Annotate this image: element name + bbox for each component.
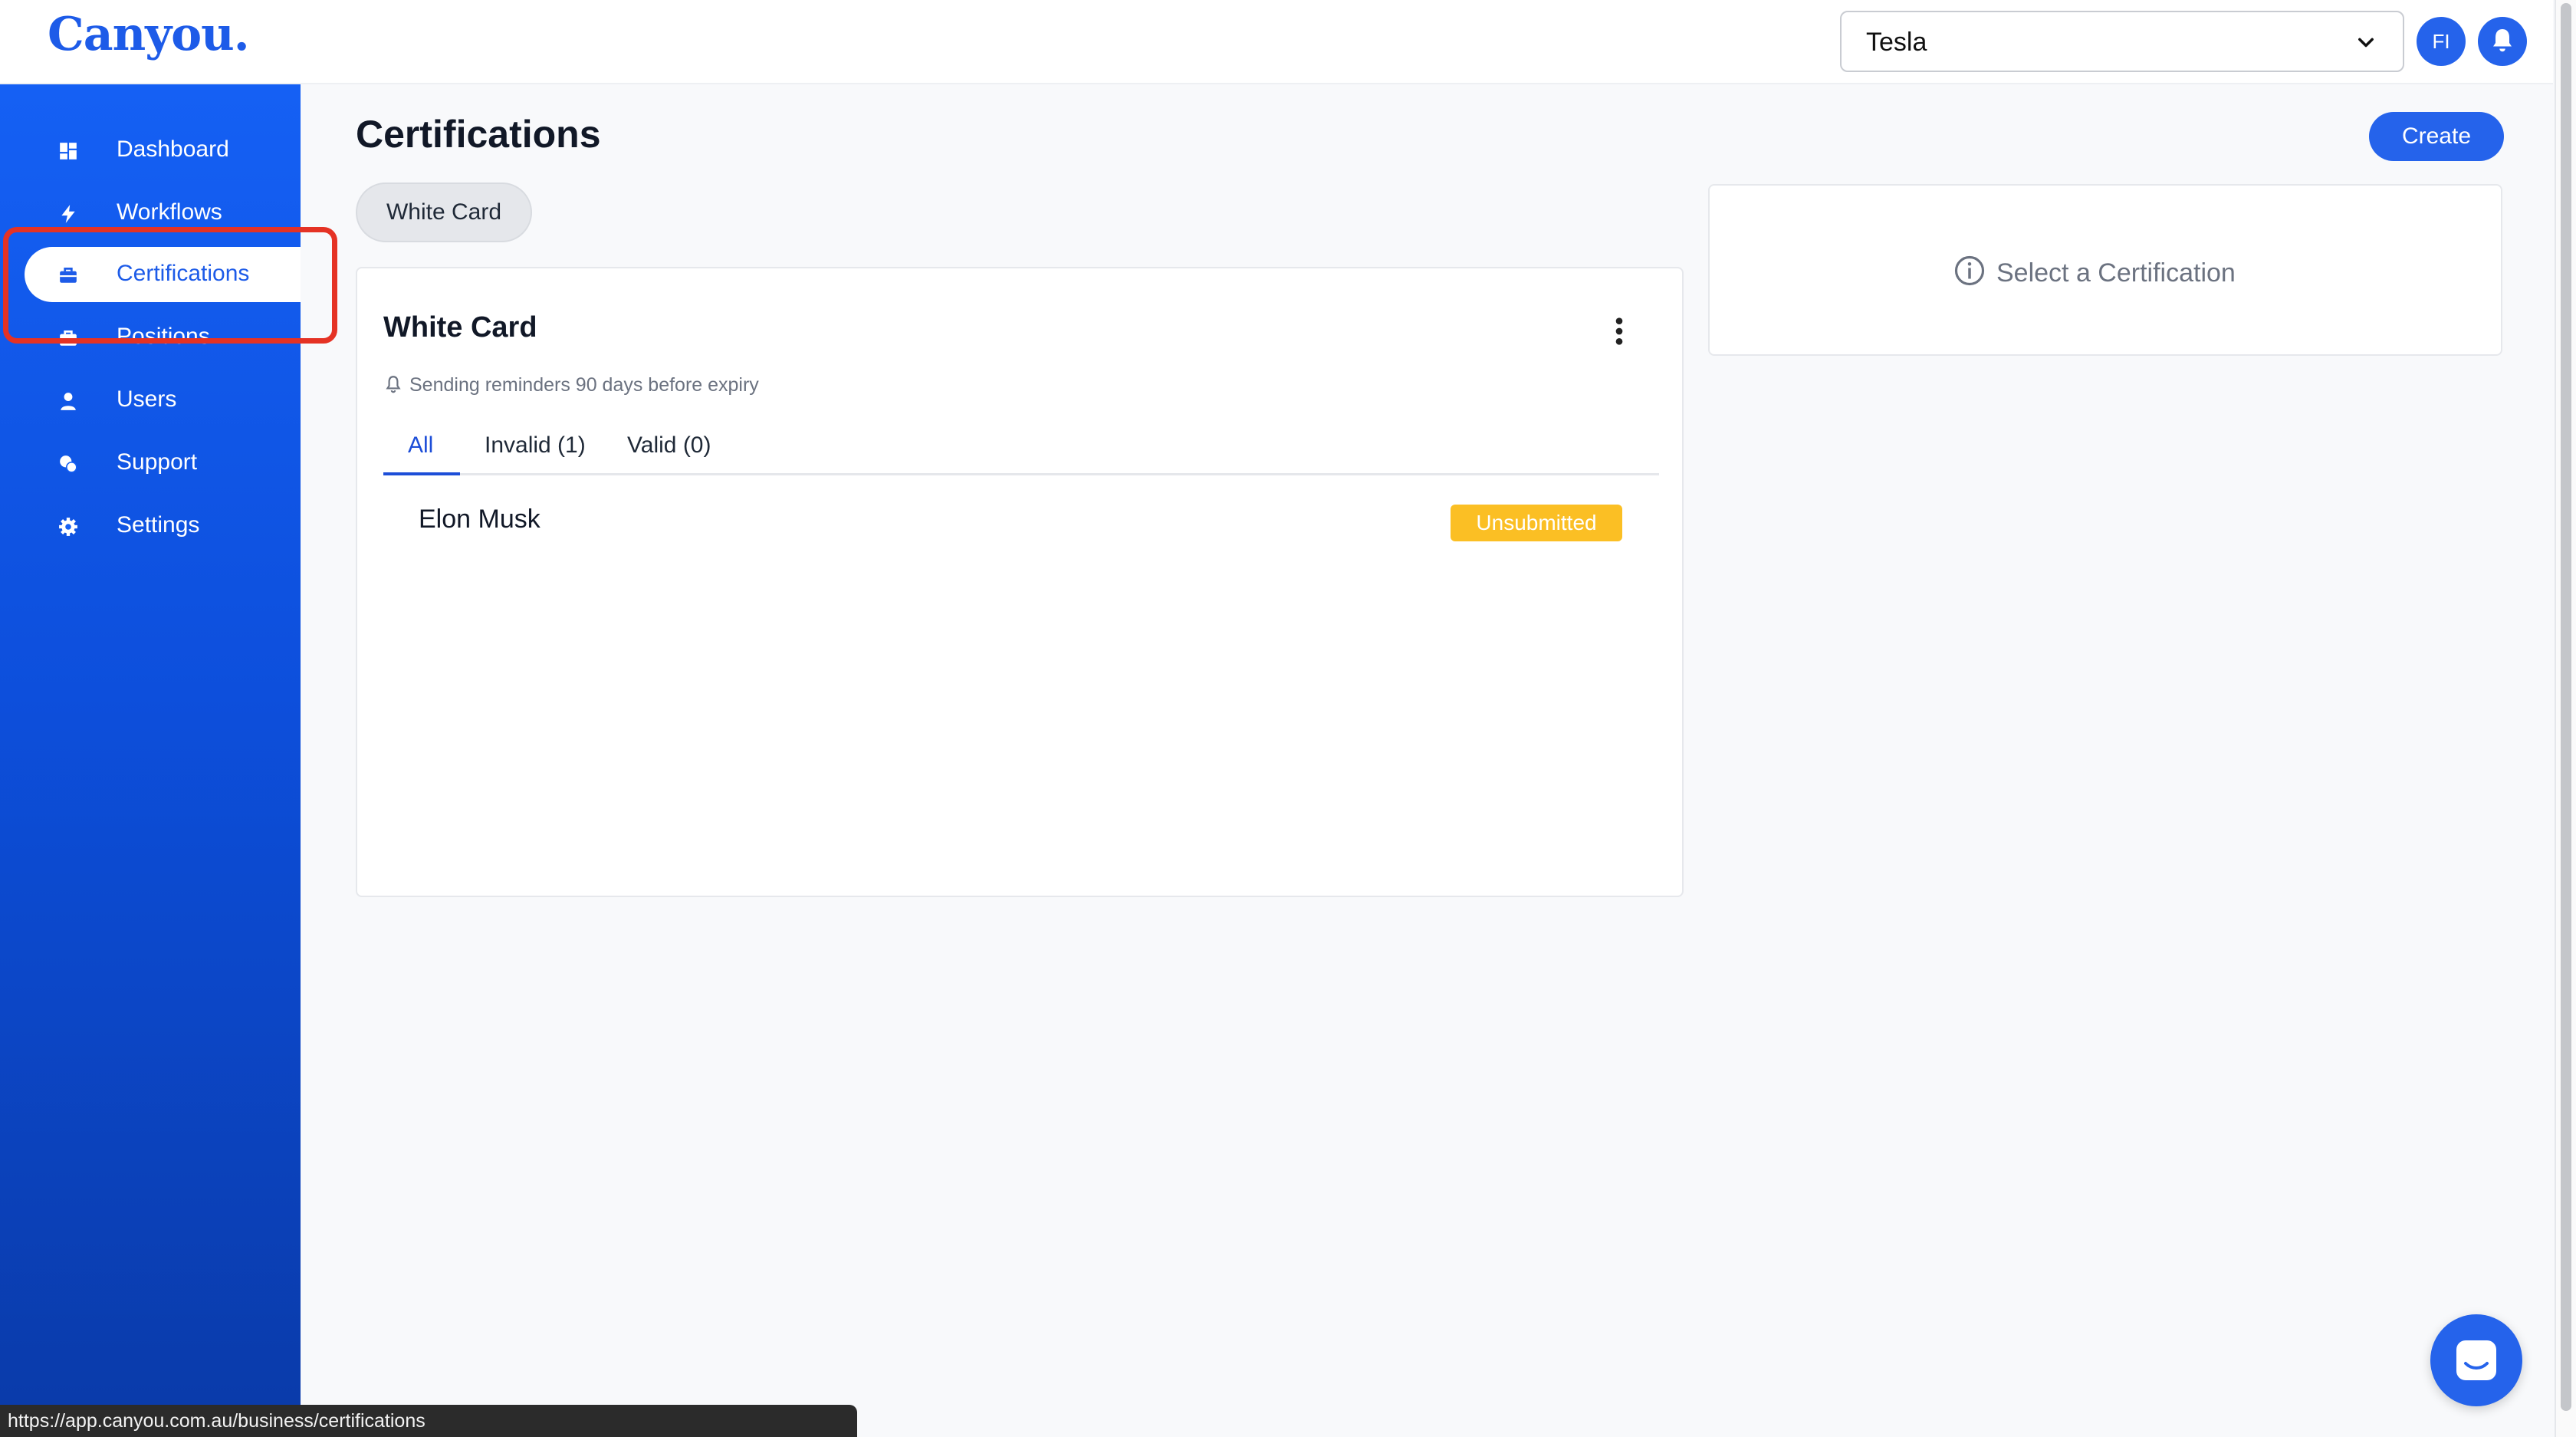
lightning-icon	[61, 205, 75, 223]
reminder-text: Sending reminders 90 days before expiry	[409, 374, 759, 396]
create-button[interactable]: Create	[2369, 112, 2504, 161]
empty-state-text: Select a Certification	[1996, 258, 2236, 288]
card-title: White Card	[383, 311, 537, 344]
certification-holder-name[interactable]: Elon Musk	[419, 505, 540, 534]
more-options-icon[interactable]	[1610, 316, 1628, 347]
status-badge: Unsubmitted	[1451, 505, 1622, 541]
user-icon	[61, 393, 76, 410]
tab-valid[interactable]: Valid (0)	[627, 432, 711, 459]
chevron-down-icon	[2358, 38, 2374, 48]
sidebar-item-support[interactable]: Support	[25, 436, 301, 491]
certification-detail-panel: Select a Certification	[1708, 184, 2502, 356]
sidebar-item-label: Workflows	[117, 199, 222, 225]
page-title: Certifications	[356, 113, 601, 156]
page-scrollbar[interactable]	[2555, 0, 2576, 1437]
certification-card: White Card Sending reminders 90 days bef…	[356, 267, 1684, 897]
gear-icon	[59, 518, 77, 536]
info-icon	[1954, 255, 1985, 286]
dashboard-icon	[60, 143, 77, 159]
bell-icon	[2493, 29, 2512, 52]
notifications-button[interactable]	[2478, 17, 2527, 66]
sidebar-item-settings[interactable]: Settings	[25, 498, 301, 554]
browser-status-url: https://app.canyou.com.au/business/certi…	[0, 1405, 857, 1437]
company-select[interactable]: Tesla	[1840, 11, 2404, 72]
sidebar-item-label: Settings	[117, 512, 200, 538]
sidebar-item-users[interactable]: Users	[25, 373, 301, 428]
page-scrollbar-thumb[interactable]	[2561, 3, 2571, 1411]
bell-outline-icon	[386, 376, 401, 393]
company-select-value: Tesla	[1866, 28, 1927, 57]
sidebar-item-label: Dashboard	[117, 136, 229, 162]
tab-all[interactable]: All	[408, 432, 433, 459]
sidebar-item-label: Users	[117, 386, 177, 412]
chat-icon	[2456, 1340, 2496, 1380]
tab-invalid[interactable]: Invalid (1)	[485, 432, 586, 459]
active-tab-indicator	[383, 472, 460, 475]
app-logo[interactable]: Canyou.	[48, 8, 250, 61]
empty-state-message: Select a Certification	[1953, 255, 2236, 288]
status-tabs: All Invalid (1) Valid (0)	[383, 419, 1659, 475]
chat-launcher-button[interactable]	[2430, 1314, 2522, 1406]
sidebar-item-dashboard[interactable]: Dashboard	[25, 123, 301, 178]
sidebar-item-label: Support	[117, 449, 198, 475]
reminder-note: Sending reminders 90 days before expiry	[383, 374, 759, 396]
filter-chip-white-card[interactable]: White Card	[356, 183, 532, 242]
support-icon	[60, 455, 77, 473]
highlight-annotation	[3, 227, 337, 344]
avatar[interactable]: FI	[2417, 17, 2466, 66]
top-bar: Canyou. Tesla FI	[0, 0, 2553, 84]
